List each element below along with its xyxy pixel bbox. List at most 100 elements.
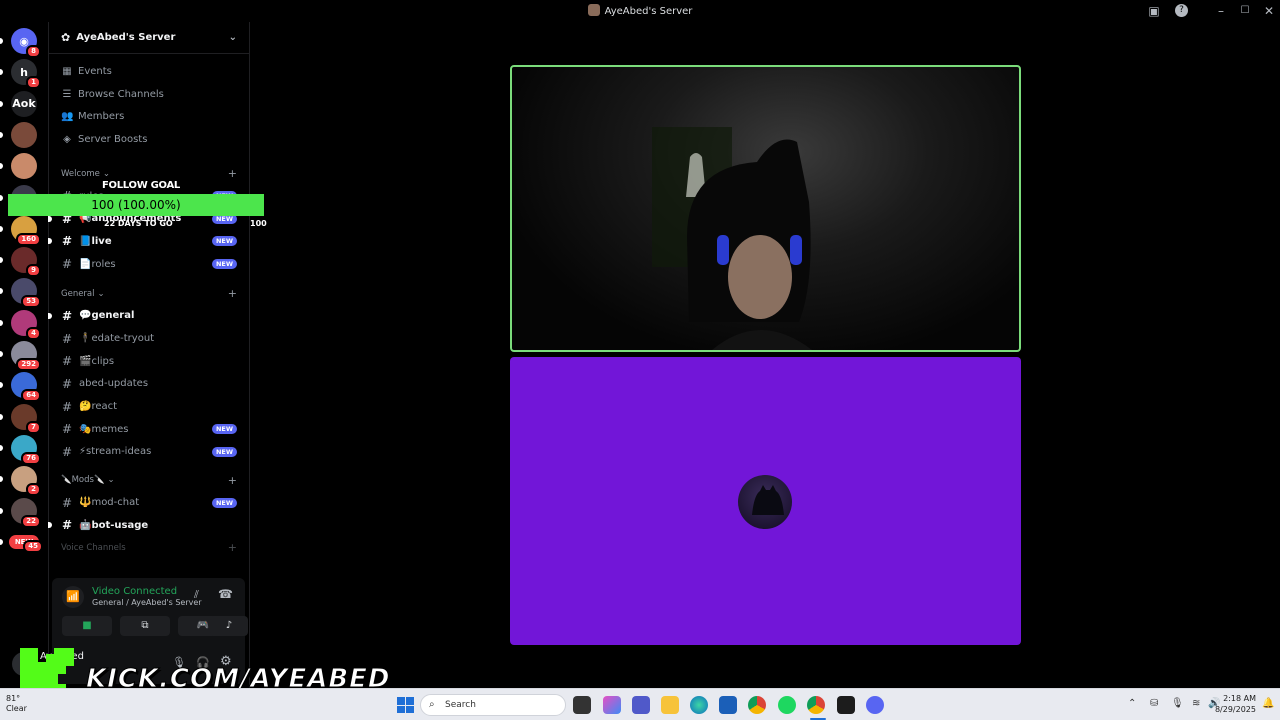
- add-channel-icon[interactable]: +: [228, 287, 237, 300]
- minimize-button[interactable]: –: [1213, 3, 1229, 19]
- search-placeholder: Search: [445, 700, 476, 710]
- user-tile[interactable]: [510, 357, 1021, 645]
- server-icon[interactable]: 76: [11, 434, 41, 465]
- edge-icon[interactable]: [690, 696, 708, 714]
- chrome-icon[interactable]: [748, 696, 766, 714]
- file-explorer-icon[interactable]: [661, 696, 679, 714]
- task-view-icon[interactable]: [573, 696, 591, 714]
- server-icon[interactable]: NEW45: [9, 534, 43, 553]
- server-icon[interactable]: 53: [11, 278, 41, 309]
- unread-pill: [0, 100, 3, 107]
- add-channel-icon[interactable]: +: [228, 474, 237, 487]
- network-icon[interactable]: ⛁: [1150, 698, 1158, 709]
- server-icon[interactable]: 22: [11, 497, 41, 528]
- category-mods[interactable]: 🔪Mods🔪 ⌄ +: [49, 469, 249, 491]
- title-bar: AyeAbed's Server ▣ ? – ☐ ✕: [0, 0, 1280, 22]
- channel-name: 🕴edate-tryout: [79, 333, 155, 345]
- add-channel-icon[interactable]: +: [228, 167, 237, 180]
- chevron-up-icon[interactable]: ⌃: [1128, 698, 1136, 709]
- server-icon[interactable]: Aok: [11, 90, 37, 117]
- mention-badge: 45: [23, 539, 43, 553]
- window-title: AyeAbed's Server: [0, 4, 1280, 17]
- chrome-profile-icon[interactable]: [807, 696, 825, 714]
- hashtag-icon: #: [61, 518, 73, 533]
- server-icon[interactable]: h1: [11, 59, 41, 90]
- copilot-icon[interactable]: [603, 696, 621, 714]
- channel-item[interactable]: # 🎬clips: [49, 350, 249, 373]
- unread-pill: [0, 38, 3, 44]
- chevron-down-icon: ⌄: [97, 288, 105, 299]
- channel-item[interactable]: # 💬general: [48, 305, 249, 328]
- channel-name: ⚡stream-ideas: [79, 446, 152, 458]
- category-label: General: [61, 288, 95, 299]
- user-avatar: [738, 475, 792, 529]
- menu-item-server-boosts[interactable]: ◈ Server Boosts: [49, 128, 249, 151]
- close-button[interactable]: ✕: [1261, 3, 1277, 19]
- maximize-button[interactable]: ☐: [1237, 3, 1253, 19]
- channel-item[interactable]: # 📘live NEW: [48, 230, 249, 253]
- menu-item-members[interactable]: 👥 Members: [49, 105, 249, 128]
- start-icon[interactable]: [396, 696, 414, 714]
- microphone-tray-icon[interactable]: 🎙: [1171, 698, 1184, 709]
- server-initials: Aok: [12, 97, 36, 111]
- menu-label: Browse Channels: [78, 88, 164, 100]
- discord-icon[interactable]: [866, 696, 884, 714]
- voice-status[interactable]: Video Connected: [92, 586, 177, 597]
- server-icon[interactable]: 4: [11, 309, 41, 340]
- server-header[interactable]: ✿ AyeAbed's Server ⌄: [49, 22, 249, 54]
- notification-icon[interactable]: 🔔: [1262, 698, 1274, 709]
- menu-item-browse-channels[interactable]: ☰ Browse Channels: [49, 83, 249, 106]
- channel-item[interactable]: # 🔱mod-chat NEW: [49, 491, 249, 514]
- window-title-text: AyeAbed's Server: [604, 6, 693, 17]
- category-general[interactable]: General ⌄ +: [49, 283, 249, 305]
- screen-share-button[interactable]: ⧉: [120, 616, 170, 636]
- clock-date: 8/29/2025: [1214, 705, 1256, 714]
- screen-share-icon: ⧉: [141, 620, 149, 631]
- webcam-tile[interactable]: [510, 65, 1021, 352]
- add-channel-icon[interactable]: +: [228, 541, 237, 554]
- webcam-feed-image: [652, 127, 812, 350]
- disconnect-icon[interactable]: ☎: [218, 587, 233, 601]
- discord-home-icon[interactable]: ◉ 8: [11, 28, 41, 58]
- teams-icon[interactable]: [632, 696, 650, 714]
- server-icon[interactable]: 7: [11, 403, 41, 434]
- server-icon[interactable]: [11, 153, 37, 180]
- mention-badge: 160: [16, 232, 41, 246]
- goal-value: 100 (100.00%): [91, 198, 181, 212]
- camera-button[interactable]: ■: [62, 616, 112, 636]
- help-icon[interactable]: ?: [1175, 4, 1188, 17]
- server-icon[interactable]: 2: [11, 466, 41, 497]
- store-icon[interactable]: [719, 696, 737, 714]
- taskbar-search[interactable]: ⌕ Search: [420, 694, 566, 716]
- channel-item[interactable]: # 🕴edate-tryout: [49, 327, 249, 350]
- noise-suppression-icon[interactable]: ⫽: [194, 588, 199, 602]
- soundboard-button[interactable]: ♪: [210, 616, 248, 636]
- voice-location[interactable]: General / AyeAbed's Server: [92, 598, 202, 607]
- unread-pill: [0, 225, 3, 232]
- clock[interactable]: 2:18 AM 8/29/2025: [1215, 693, 1256, 715]
- channel-item[interactable]: # 🤖bot-usage: [48, 514, 249, 537]
- weather-widget[interactable]: 81° Clear: [6, 694, 27, 714]
- chevron-down-icon[interactable]: ⌄: [229, 32, 237, 43]
- channel-item[interactable]: # 🤔react: [49, 395, 249, 418]
- taskbar: 81° Clear ⌕ Search ⌃ ⛁ 🎙 ≋ 🔊 2:18 AM 8/2…: [0, 688, 1280, 720]
- gamepad-icon: 🎮: [196, 620, 210, 631]
- channel-item[interactable]: # abed-updates: [49, 373, 249, 396]
- channel-item[interactable]: # ⚡stream-ideas NEW: [49, 441, 249, 464]
- server-icon[interactable]: 64: [11, 372, 41, 403]
- chevron-down-icon: ⌄: [102, 168, 111, 179]
- server-icon[interactable]: 292: [11, 341, 41, 371]
- menu-item-events[interactable]: ▦ Events: [49, 60, 249, 83]
- wifi-icon[interactable]: ≋: [1192, 698, 1200, 709]
- category-voice[interactable]: Voice Channels +: [49, 537, 249, 559]
- channel-item[interactable]: # 🎭memes NEW: [49, 418, 249, 441]
- channel-item[interactable]: # 📄roles NEW: [49, 253, 249, 276]
- inbox-icon[interactable]: ▣: [1146, 3, 1162, 19]
- spotify-icon[interactable]: [778, 696, 796, 714]
- signal-icon[interactable]: 📶: [62, 586, 84, 608]
- server-icon[interactable]: [11, 121, 37, 148]
- server-name: AyeAbed's Server: [76, 32, 176, 43]
- mention-badge: 4: [26, 326, 41, 340]
- kick-app-icon[interactable]: [837, 696, 855, 714]
- server-icon[interactable]: 9: [11, 247, 41, 278]
